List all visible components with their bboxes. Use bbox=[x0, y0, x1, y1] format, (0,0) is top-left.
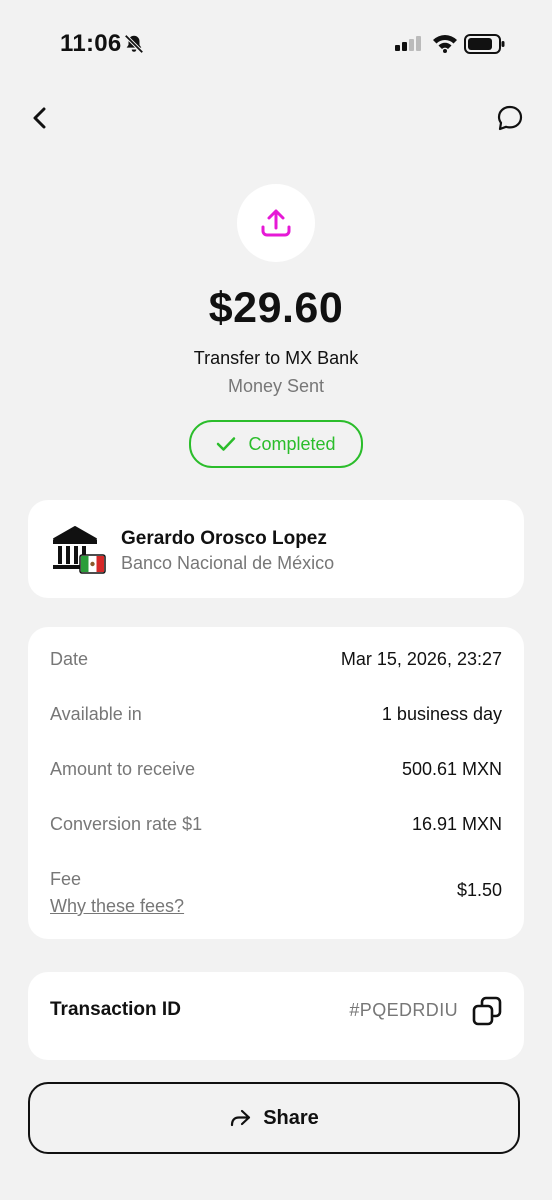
transaction-id-card: Transaction ID #PQEDRDIU bbox=[28, 972, 524, 1060]
recipient-bank: Banco Nacional de México bbox=[121, 553, 335, 573]
share-arrow-icon bbox=[231, 1109, 251, 1127]
detail-label: Date bbox=[50, 648, 89, 669]
transaction-subtitle: Transfer to MX Bank bbox=[193, 348, 359, 368]
transaction-id-label: Transaction ID bbox=[50, 999, 181, 1020]
detail-value: Mar 15, 2026, 23:27 bbox=[340, 648, 502, 669]
copy-button[interactable] bbox=[470, 994, 504, 1028]
detail-label: Available in bbox=[50, 703, 142, 724]
detail-row-available: Available in 1 business day bbox=[50, 702, 502, 726]
why-these-fees-link[interactable]: Why these fees? bbox=[50, 894, 184, 918]
status-time: 11:06 bbox=[60, 30, 122, 57]
detail-row-conversion-rate: Conversion rate $1 16.91 MXN bbox=[50, 812, 502, 836]
chat-bubble-icon bbox=[497, 105, 523, 131]
recipient-card[interactable]: Gerardo Orosco Lopez Banco Nacional de M… bbox=[28, 500, 524, 598]
chat-button[interactable] bbox=[492, 100, 528, 136]
bank-icon bbox=[50, 524, 108, 576]
detail-row-amount-receive: Amount to receive 500.61 MXN bbox=[50, 757, 502, 781]
details-card: Date Mar 15, 2026, 23:27 Available in 1 … bbox=[28, 627, 524, 939]
status-label: Completed bbox=[248, 433, 336, 454]
status-bar: 11:06 bbox=[0, 0, 552, 90]
chevron-left-icon bbox=[33, 107, 46, 129]
detail-row-date: Date Mar 15, 2026, 23:27 bbox=[50, 647, 502, 671]
checkmark-icon bbox=[217, 437, 236, 451]
fee-value: $1.50 bbox=[456, 880, 502, 900]
transaction-amount: $29.60 bbox=[208, 284, 344, 332]
detail-label: Amount to receive bbox=[50, 758, 196, 779]
share-label: Share bbox=[263, 1106, 319, 1129]
copy-icon bbox=[472, 996, 502, 1026]
transaction-id-value: #PQEDRDIU bbox=[349, 1000, 458, 1020]
detail-label: Conversion rate $1 bbox=[50, 813, 203, 834]
upload-icon bbox=[261, 209, 291, 237]
transaction-icon-circle bbox=[237, 184, 315, 262]
share-button[interactable]: Share bbox=[28, 1082, 520, 1154]
detail-value: 500.61 MXN bbox=[401, 758, 502, 779]
mexico-flag-icon bbox=[79, 554, 106, 574]
battery-icon bbox=[464, 34, 506, 59]
fee-label: Fee bbox=[50, 869, 82, 889]
back-button[interactable] bbox=[22, 100, 58, 136]
status-badge: Completed bbox=[189, 420, 363, 468]
transaction-kind: Money Sent bbox=[227, 376, 325, 396]
detail-value: 1 business day bbox=[381, 703, 502, 724]
wifi-icon bbox=[432, 33, 458, 58]
cellular-signal-icon bbox=[395, 35, 423, 58]
detail-value: 16.91 MXN bbox=[411, 813, 502, 834]
fee-block: Fee Why these fees? bbox=[50, 867, 184, 918]
recipient-name: Gerardo Orosco Lopez bbox=[121, 528, 327, 549]
bell-muted-icon bbox=[123, 33, 145, 55]
